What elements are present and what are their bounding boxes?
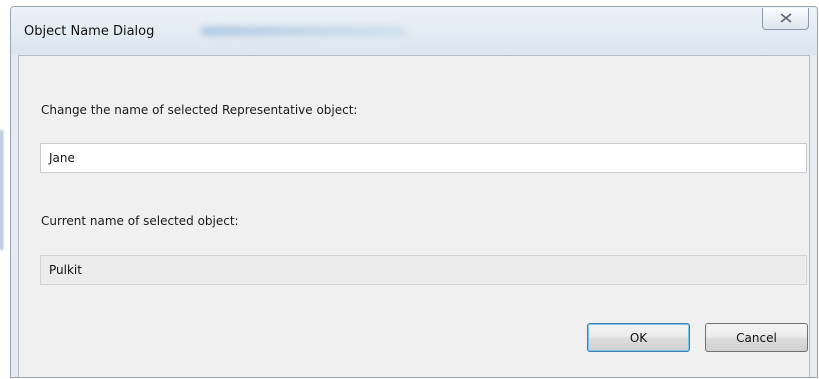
- new-name-input[interactable]: Jane: [40, 143, 807, 173]
- dialog-body: Change the name of selected Representati…: [18, 55, 810, 377]
- object-name-dialog: Object Name Dialog Change the name of se…: [10, 6, 818, 378]
- current-name-field: Pulkit: [40, 255, 807, 285]
- close-x-icon: [780, 13, 792, 23]
- current-name-label: Current name of selected object:: [41, 214, 239, 228]
- ok-button[interactable]: OK: [587, 323, 690, 352]
- close-button[interactable]: [762, 8, 809, 30]
- blurred-background-text: [201, 26, 407, 36]
- cancel-button[interactable]: Cancel: [705, 323, 808, 352]
- background-window-edge: [0, 130, 3, 250]
- title-bar[interactable]: Object Name Dialog: [11, 7, 817, 55]
- dialog-title: Object Name Dialog: [24, 24, 155, 39]
- new-name-label: Change the name of selected Representati…: [41, 103, 358, 117]
